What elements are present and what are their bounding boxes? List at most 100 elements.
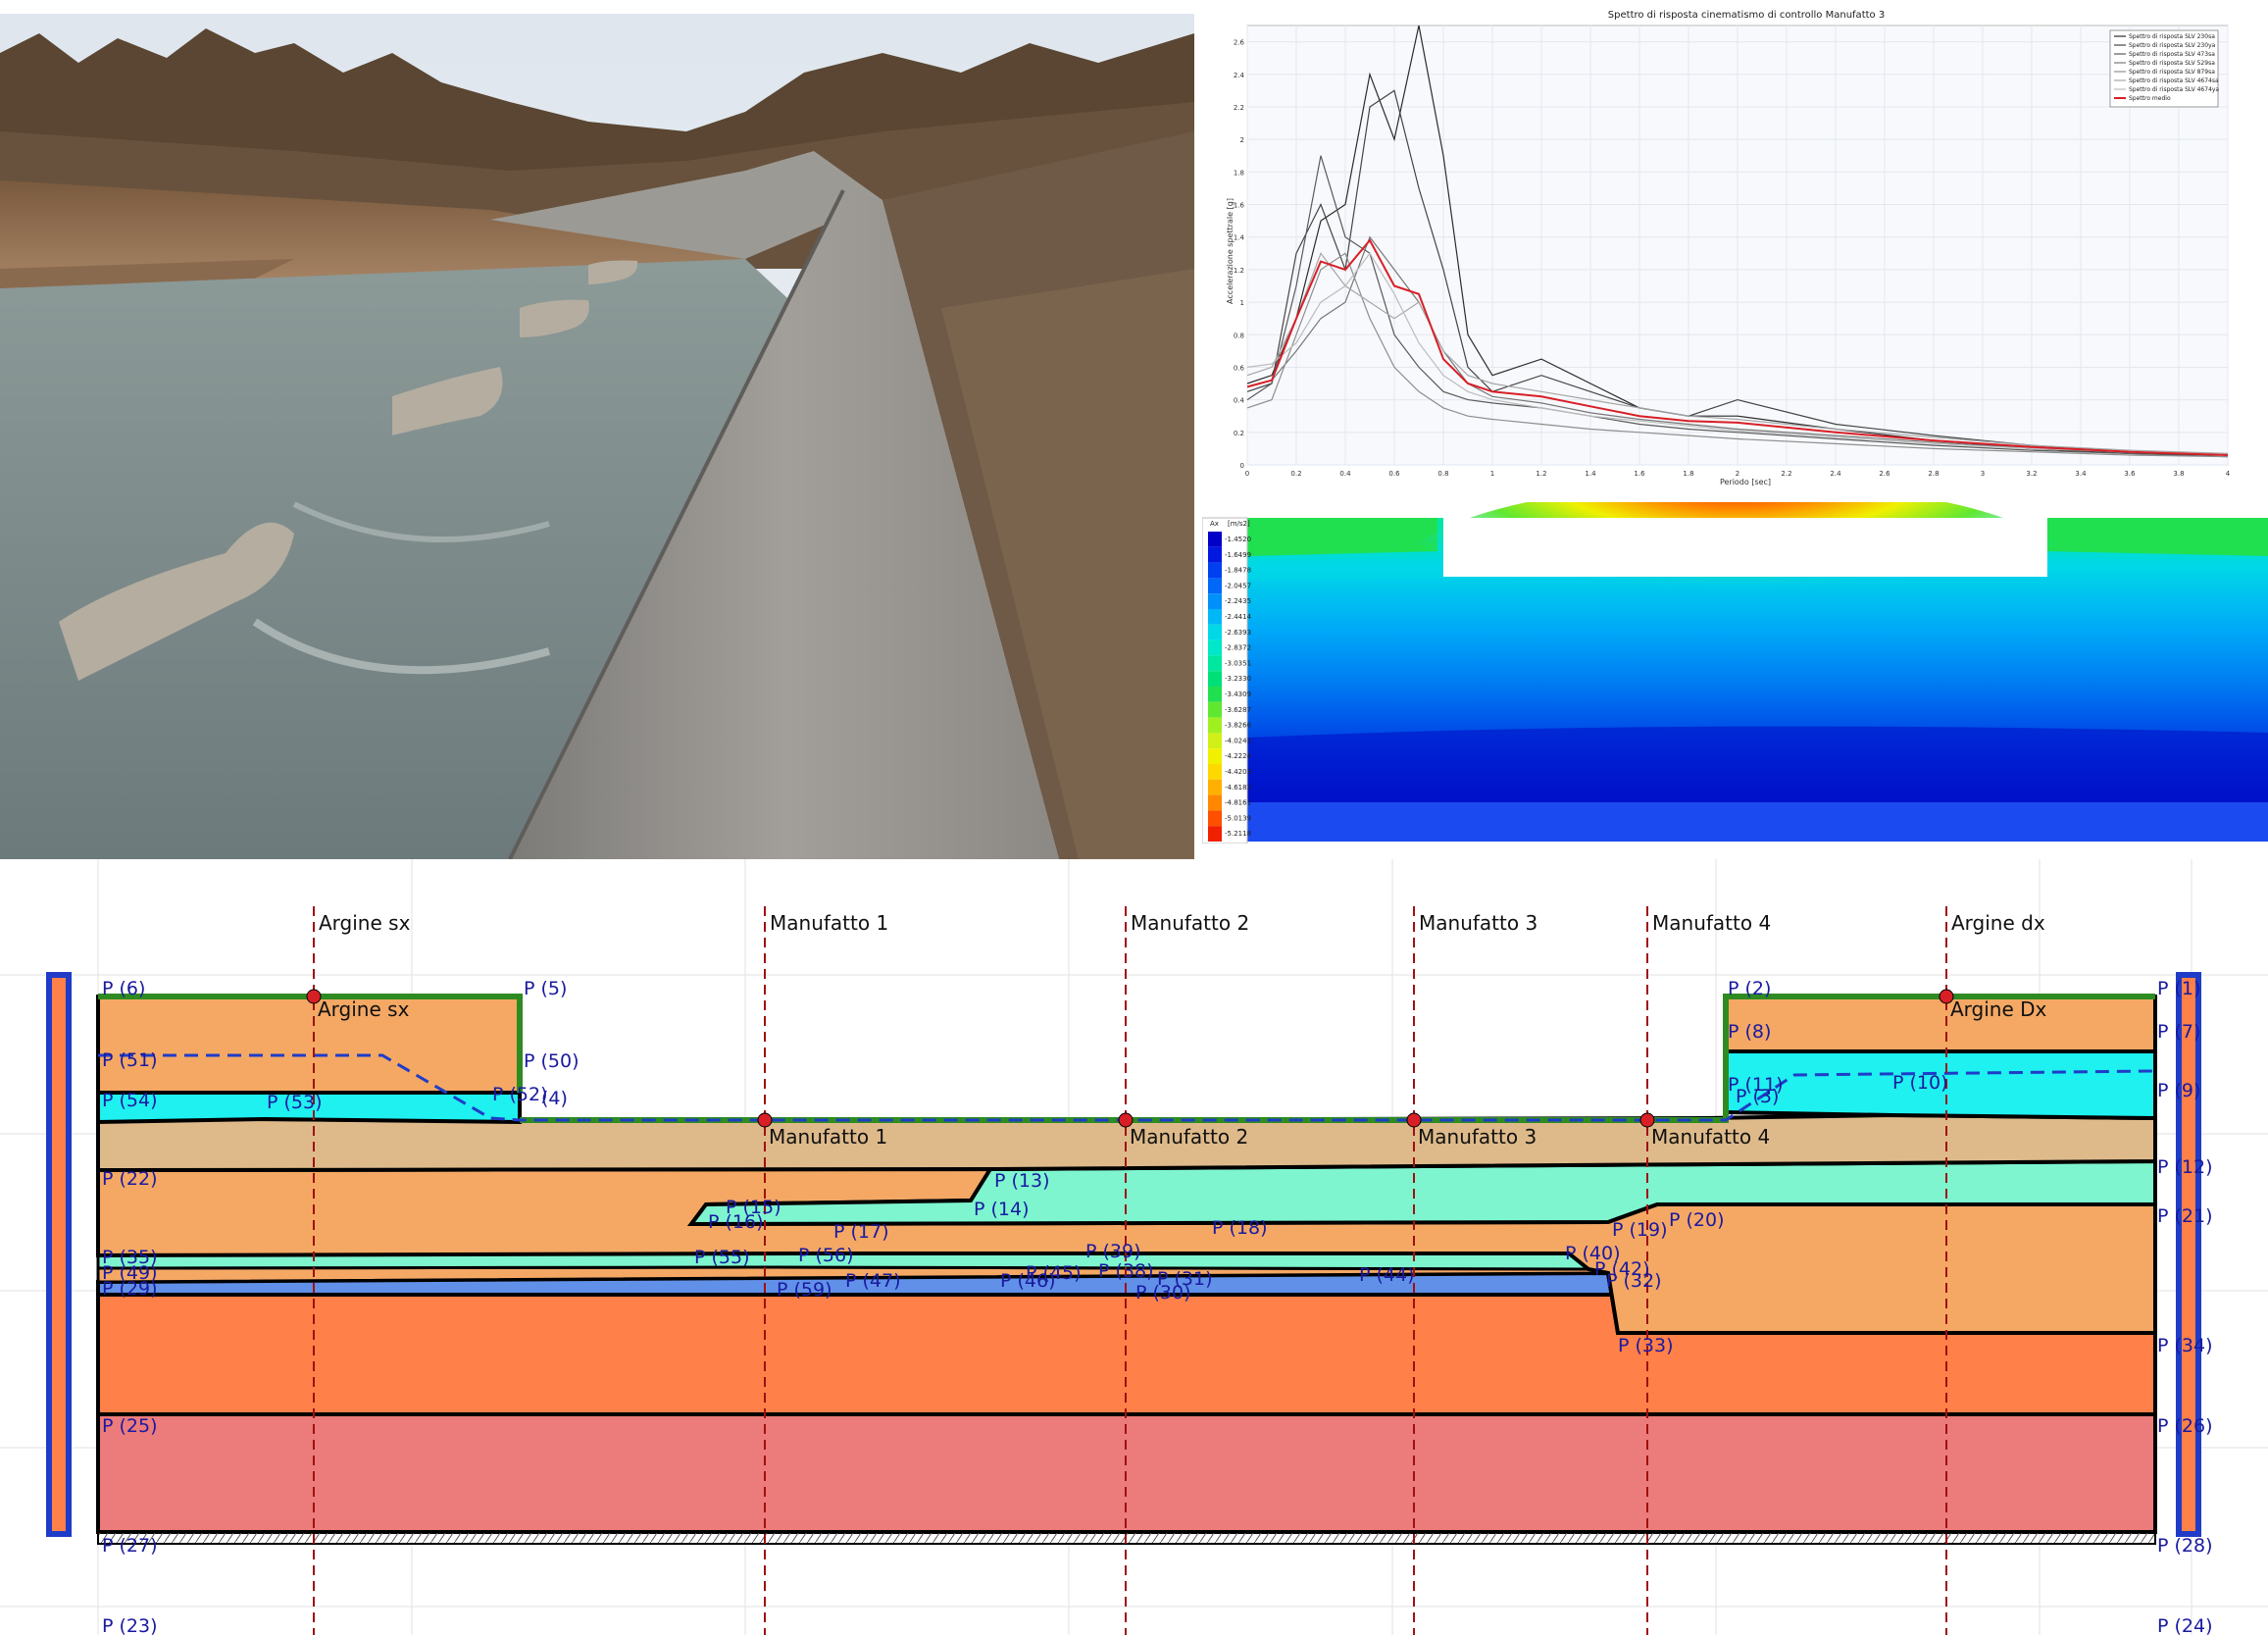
contour-plot-svg: Ax [m/s2] -1.4520 -1.6499 -1.8478 -2.0457 -2… [1202, 502, 2268, 843]
point-label: P (44) [1359, 1264, 1415, 1286]
weir-photo [0, 14, 1194, 859]
contour-legend-value: -3.6287 [1225, 706, 1251, 714]
contour-legend-value: -4.8161 [1225, 799, 1251, 807]
geotechnical-section: Argine sx Manufatto 1 Manufatto 2 Manufa… [0, 859, 2268, 1635]
point-label: P (52) [492, 1084, 548, 1105]
y-tick-label: 1.4 [1234, 234, 1245, 242]
x-tick-label: 1.2 [1536, 470, 1546, 478]
y-tick-label: 1 [1240, 299, 1244, 307]
x-tick-label: 2 [1736, 470, 1739, 478]
contour-legend-value: -2.6393 [1225, 629, 1251, 637]
contour-legend-swatch [1208, 701, 1222, 718]
x-tick-label: 0 [1245, 470, 1249, 478]
contour-legend-swatch [1208, 826, 1222, 842]
y-tick-label: 0.4 [1234, 397, 1245, 405]
point-label: P (10) [1892, 1072, 1948, 1094]
legend-entry: Spettro di risposta SLV 529sa [2129, 60, 2215, 67]
legend-entry: Spettro di risposta SLV 473sa [2129, 51, 2215, 58]
point-label: (4) [541, 1088, 568, 1109]
x-tick-label: 4 [2226, 470, 2231, 478]
contour-legend-value: -2.0457 [1225, 582, 1251, 589]
contour-legend-value: -3.8266 [1225, 722, 1252, 730]
point-label: P (34) [2157, 1335, 2213, 1356]
x-tick-label: 1.6 [1634, 470, 1645, 478]
y-tick-label: 0 [1240, 462, 1244, 470]
contour-legend-swatch [1208, 779, 1222, 795]
contour-plot: Ax [m/s2] -1.4520 -1.6499 -1.8478 -2.0457 -2… [1202, 502, 2268, 843]
point-label: P (16) [708, 1211, 764, 1233]
contour-legend-swatch [1208, 733, 1222, 749]
point-label: P (32) [1606, 1270, 1662, 1292]
legend-entry: Spettro di risposta SLV 4674sa [2129, 77, 2219, 84]
contour-legend-swatch [1208, 655, 1222, 672]
point-label: P (26) [2157, 1415, 2213, 1437]
point-label: P (30) [1135, 1282, 1191, 1303]
contour-legend-value: -2.4414 [1225, 613, 1252, 621]
contour-legend-swatch [1208, 532, 1222, 547]
contour-legend-swatch [1208, 562, 1222, 579]
chart-title: Spettro di risposta cinematismo di contr… [1608, 10, 1885, 21]
contour-legend-value: -1.8478 [1225, 567, 1251, 575]
contour-legend-value: -5.2118 [1225, 830, 1251, 838]
marker-label-manufatto-3: Manufatto 3 [1418, 1125, 1537, 1149]
y-tick-label: 0.8 [1234, 332, 1244, 339]
contour-legend-swatch [1208, 639, 1222, 656]
point-label: P (18) [1212, 1217, 1268, 1239]
point-label: P (9) [2157, 1080, 2200, 1101]
contour-legend-value: -1.6499 [1225, 551, 1251, 559]
contour-legend-value: -3.0351 [1225, 659, 1251, 667]
x-tick-label: 3.4 [2075, 470, 2087, 478]
x-axis-label: Periodo [sec] [1720, 478, 1771, 486]
marker-label-manufatto-1: Manufatto 1 [769, 1125, 887, 1149]
point-label: P (12) [2157, 1156, 2213, 1178]
x-tick-label: 2.8 [1928, 470, 1939, 478]
label-manufatto-3: Manufatto 3 [1419, 911, 1537, 935]
point-label: P (29) [102, 1278, 158, 1300]
contour-legend-value: -5.0139 [1225, 814, 1251, 822]
contour-legend-swatch [1208, 546, 1222, 563]
contour-legend-swatch [1208, 609, 1222, 625]
label-manufatto-4: Manufatto 4 [1652, 911, 1771, 935]
y-tick-label: 2 [1240, 136, 1244, 144]
y-tick-label: 0.6 [1234, 364, 1245, 372]
contour-legend-swatch [1208, 748, 1222, 764]
x-tick-label: 1 [1490, 470, 1494, 478]
x-tick-label: 3.2 [2026, 470, 2037, 478]
point-label: P (45) [1026, 1262, 1082, 1284]
x-tick-label: 2.2 [1781, 470, 1791, 478]
point-label: P (21) [2157, 1205, 2213, 1227]
point-label: P (51) [102, 1049, 158, 1071]
contour-legend-swatch [1208, 810, 1222, 827]
weir-photo-illustration [0, 14, 1194, 859]
point-label: P (55) [694, 1247, 750, 1268]
contour-legend-value: -3.2330 [1225, 675, 1251, 683]
point-label: P (8) [1728, 1021, 1771, 1043]
legend-entry: Spettro medio [2129, 95, 2171, 102]
x-tick-label: 3 [1981, 470, 1985, 478]
label-argine-dx: Argine dx [1951, 911, 2045, 935]
point-label: P (53) [267, 1092, 323, 1113]
point-label: P (23) [102, 1615, 158, 1635]
y-tick-label: 1.2 [1234, 267, 1244, 275]
point-label: P (27) [102, 1535, 158, 1557]
x-tick-label: 0.4 [1339, 470, 1351, 478]
y-axis-label: Accelerazione spettrale [g] [1226, 198, 1235, 304]
point-label: P (17) [833, 1221, 889, 1243]
point-label: P (38) [1098, 1260, 1154, 1282]
y-tick-label: 1.8 [1234, 169, 1244, 177]
contour-legend-value: -4.0245 [1225, 737, 1251, 744]
right-boundary [2176, 972, 2201, 1537]
levee-left-orange [96, 995, 522, 1095]
y-tick-label: 2.4 [1234, 72, 1245, 79]
contour-legend-value: -2.2435 [1225, 597, 1251, 605]
point-label: P (24) [2157, 1615, 2213, 1635]
y-tick-label: 2.6 [1234, 39, 1245, 47]
contour-legend-swatch [1208, 717, 1222, 734]
x-tick-label: 0.8 [1437, 470, 1448, 478]
contour-legend-value: -2.8372 [1225, 644, 1251, 652]
x-tick-label: 0.6 [1388, 470, 1400, 478]
contour-legend-value: -4.2224 [1225, 752, 1252, 760]
point-label: P (19) [1612, 1219, 1668, 1241]
point-label: P (25) [102, 1415, 158, 1437]
marker-label-argine-dx: Argine Dx [1950, 997, 2047, 1021]
